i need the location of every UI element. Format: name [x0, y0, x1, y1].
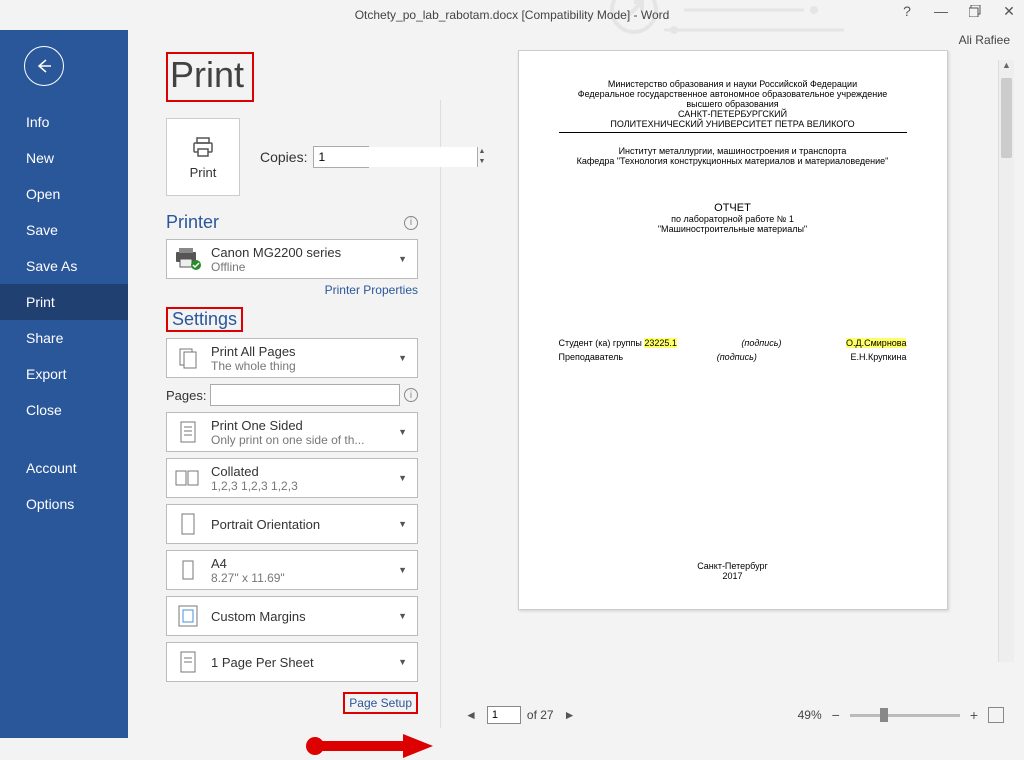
- sides-selector[interactable]: Print One Sided Only print on one side o…: [166, 412, 418, 452]
- pages-info-icon[interactable]: i: [404, 388, 418, 402]
- sidebar-item-export[interactable]: Export: [0, 356, 128, 392]
- zoom-out-button[interactable]: −: [830, 707, 842, 723]
- scroll-up-icon[interactable]: ▲: [999, 60, 1014, 76]
- scroll-thumb[interactable]: [1001, 78, 1012, 158]
- sidebar-item-share[interactable]: Share: [0, 320, 128, 356]
- zoom-fit-button[interactable]: [988, 707, 1004, 723]
- next-page-button[interactable]: ►: [560, 708, 580, 722]
- page-setup-link[interactable]: Page Setup: [343, 692, 418, 714]
- printer-heading: Printer: [166, 212, 219, 233]
- page-title: Print: [166, 52, 254, 102]
- printer-status: Offline: [211, 260, 394, 274]
- close-icon[interactable]: ✕: [1002, 4, 1016, 18]
- print-range-selector[interactable]: Print All Pages The whole thing ▼: [166, 338, 418, 378]
- copies-label: Copies:: [260, 149, 307, 165]
- minimize-icon[interactable]: —: [934, 4, 948, 18]
- printer-properties-link[interactable]: Printer Properties: [166, 283, 418, 297]
- pages-per-sheet-selector[interactable]: 1 Page Per Sheet ▼: [166, 642, 418, 682]
- printer-info-icon[interactable]: i: [404, 216, 418, 230]
- pages-input[interactable]: [210, 384, 400, 406]
- chevron-down-icon: ▼: [394, 519, 411, 529]
- current-page-input[interactable]: [487, 706, 521, 724]
- settings-heading: Settings: [166, 307, 243, 332]
- backstage-sidebar: Info New Open Save Save As Print Share E…: [0, 30, 128, 738]
- paper-icon: [173, 555, 203, 585]
- page-preview: Министерство образования и науки Российс…: [518, 50, 948, 610]
- printer-icon: [191, 135, 215, 159]
- pages-icon: [173, 343, 203, 373]
- preview-status-bar: ◄ of 27 ► 49% − +: [451, 702, 1014, 728]
- sidebar-item-saveas[interactable]: Save As: [0, 248, 128, 284]
- collated-icon: [173, 463, 203, 493]
- margins-icon: [173, 601, 203, 631]
- page-of-label: of 27: [527, 708, 554, 722]
- sidebar-item-save[interactable]: Save: [0, 212, 128, 248]
- sidebar-item-info[interactable]: Info: [0, 104, 128, 140]
- back-button[interactable]: [24, 46, 64, 86]
- chevron-down-icon: ▼: [394, 473, 411, 483]
- chevron-down-icon: ▼: [394, 611, 411, 621]
- pages-label: Pages:: [166, 388, 206, 403]
- chevron-down-icon: ▼: [394, 353, 411, 363]
- sidebar-item-open[interactable]: Open: [0, 176, 128, 212]
- window-title: Otchety_po_lab_rabotam.docx [Compatibili…: [355, 8, 670, 22]
- copies-spinner[interactable]: ▲▼: [313, 146, 369, 168]
- help-icon[interactable]: ?: [900, 4, 914, 18]
- print-settings-column: Print Print Copies: ▲▼ Printer i: [128, 30, 440, 738]
- orientation-selector[interactable]: Portrait Orientation ▼: [166, 504, 418, 544]
- printer-device-icon: [173, 244, 203, 274]
- paper-size-selector[interactable]: A4 8.27" x 11.69" ▼: [166, 550, 418, 590]
- prev-page-button[interactable]: ◄: [461, 708, 481, 722]
- sidebar-item-options[interactable]: Options: [0, 486, 128, 522]
- annotation-arrow-icon: [303, 732, 443, 760]
- sidebar-item-close[interactable]: Close: [0, 392, 128, 428]
- printer-name: Canon MG2200 series: [211, 245, 394, 260]
- chevron-down-icon: ▼: [394, 427, 411, 437]
- titlebar: Otchety_po_lab_rabotam.docx [Compatibili…: [0, 0, 1024, 30]
- print-preview-column: Министерство образования и науки Российс…: [441, 30, 1024, 738]
- zoom-in-button[interactable]: +: [968, 707, 980, 723]
- zoom-slider[interactable]: [850, 714, 960, 717]
- restore-icon[interactable]: [968, 4, 982, 18]
- zoom-label: 49%: [798, 708, 822, 722]
- chevron-down-icon: ▼: [394, 565, 411, 575]
- chevron-down-icon: ▼: [394, 254, 411, 264]
- sidebar-item-print[interactable]: Print: [0, 284, 128, 320]
- printer-selector[interactable]: Canon MG2200 series Offline ▼: [166, 239, 418, 279]
- sheet-icon: [173, 647, 203, 677]
- preview-scrollbar[interactable]: ▲: [998, 60, 1014, 662]
- print-button-label: Print: [190, 165, 217, 180]
- chevron-down-icon: ▼: [394, 657, 411, 667]
- one-sided-icon: [173, 417, 203, 447]
- collate-selector[interactable]: Collated 1,2,3 1,2,3 1,2,3 ▼: [166, 458, 418, 498]
- sidebar-item-new[interactable]: New: [0, 140, 128, 176]
- margins-selector[interactable]: Custom Margins ▼: [166, 596, 418, 636]
- portrait-icon: [173, 509, 203, 539]
- sidebar-item-account[interactable]: Account: [0, 450, 128, 486]
- print-button[interactable]: Print: [166, 118, 240, 196]
